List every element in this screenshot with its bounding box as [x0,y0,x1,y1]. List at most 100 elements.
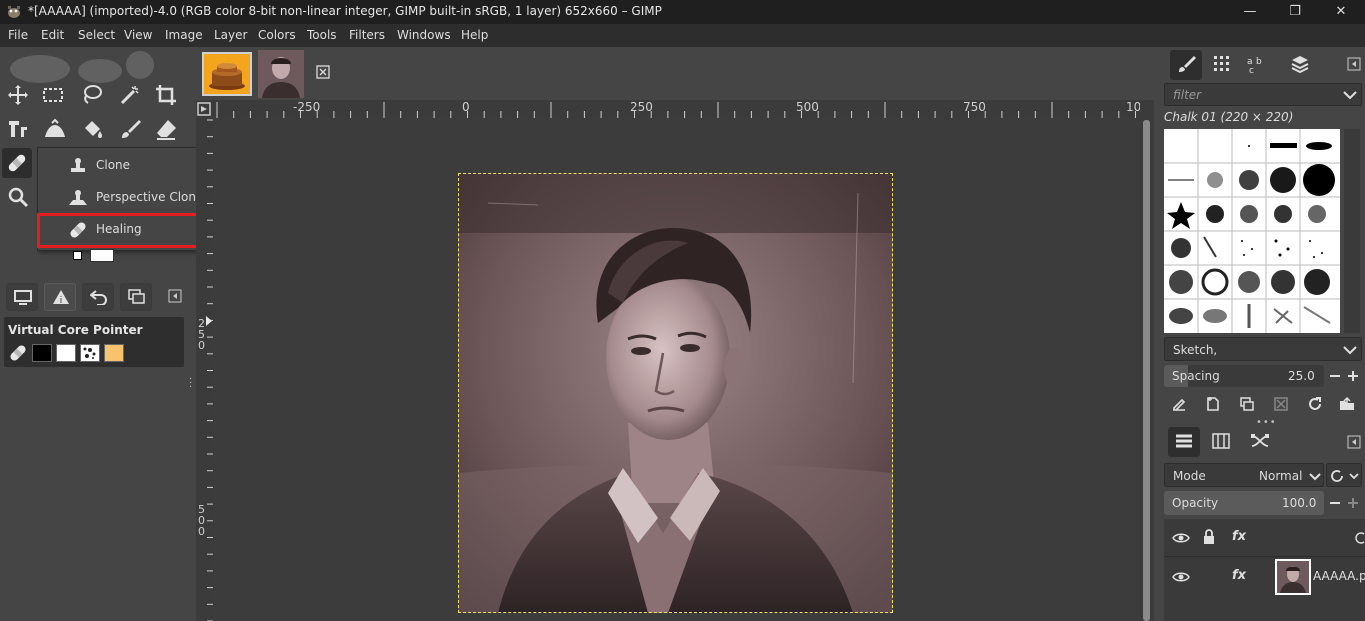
portrait-thumbnail-icon [258,50,304,98]
bucket-fill-tool[interactable] [77,114,107,144]
refresh-brushes-icon[interactable] [1307,396,1323,412]
menu-filters[interactable]: Filters [349,28,385,42]
dock-resize-grip[interactable]: · · · [189,375,192,393]
menu-edit[interactable]: Edit [41,28,64,42]
dock-menu-arrow-icon[interactable] [1347,57,1361,71]
delete-brush-icon[interactable] [1273,396,1289,412]
layer-name[interactable]: AAAAA.p [1313,569,1365,583]
vertical-ruler[interactable]: 250 500 [196,118,213,621]
fx-icon[interactable]: fx [1232,529,1246,544]
warp-icon [45,118,65,137]
ruler-corner[interactable] [196,100,213,118]
zoom-tool[interactable] [3,182,33,212]
default-colors-icon[interactable] [73,251,82,260]
close-image-tab-icon[interactable] [316,65,330,79]
mode-value[interactable]: Normal [1259,469,1302,483]
minimize-button[interactable]: — [1227,0,1273,24]
ruler-label: 10 [1126,100,1142,114]
new-brush-icon[interactable] [1205,396,1221,412]
canvas-vertical-scrollbar[interactable] [1140,100,1154,621]
plus-icon[interactable] [1346,369,1360,383]
maximize-button[interactable]: ❐ [1272,0,1318,24]
tab-channels[interactable] [1205,427,1237,457]
rect-select-tool[interactable] [38,80,68,110]
edit-brush-icon[interactable] [1171,396,1187,412]
brush-filter-input[interactable]: filter [1173,88,1201,102]
perspective-clone-icon [69,190,87,205]
menu-windows[interactable]: Windows [397,28,451,42]
layer-row[interactable]: fx AAAAA.p [1164,557,1365,597]
image-tab-portrait[interactable] [258,50,304,98]
image-tab-cake[interactable] [202,52,252,96]
menu-select[interactable]: Select [78,28,115,42]
move-tool[interactable] [3,80,33,110]
menu-view[interactable]: View [124,28,152,42]
menu-image[interactable]: Image [165,28,203,42]
channels-icon [1212,433,1230,449]
dock-menu-arrow-icon[interactable] [168,289,182,303]
chain-icon[interactable] [1354,531,1365,545]
foreground-color-swatch[interactable] [32,344,52,362]
background-color-swatch[interactable] [90,249,114,262]
brush-tag-combo[interactable]: Sketch, [1164,337,1362,361]
lock-icon[interactable] [1202,529,1216,545]
flyout-item-label: Clone [96,158,131,172]
menu-file[interactable]: File [8,28,28,42]
tab-fonts[interactable]: abc [1240,50,1272,80]
opacity-slider[interactable]: Opacity 100.0 [1164,491,1324,515]
unified-transform-tool[interactable] [3,114,33,144]
tab-device-status[interactable] [6,283,38,311]
plus-icon[interactable] [1346,496,1360,510]
brush-grid-scrollbar[interactable] [1344,129,1360,333]
tab-undo-history[interactable] [82,283,114,311]
minus-icon[interactable] [1328,496,1342,510]
pattern-swatch[interactable] [104,344,124,362]
brush-grid[interactable] [1164,129,1340,333]
fx-icon[interactable]: fx [1232,568,1246,583]
layer-mode-combo[interactable]: Mode Normal [1164,463,1324,487]
tab-layers[interactable] [1168,427,1200,457]
paintbrush-tool[interactable] [115,114,145,144]
tab-document-history[interactable] [1284,50,1316,80]
eraser-tool[interactable] [151,114,181,144]
fuzzy-select-tool[interactable] [115,80,145,110]
minus-icon[interactable] [1328,369,1342,383]
background-color-swatch[interactable] [56,344,76,362]
tab-paths[interactable] [1244,427,1276,457]
crop-tool[interactable] [151,80,181,110]
eye-icon[interactable] [1172,531,1190,545]
healing-bandage-icon [10,345,26,361]
svg-text:c: c [1249,66,1254,74]
tab-images[interactable] [120,283,152,311]
scrollbar-thumb[interactable] [1143,120,1150,621]
close-button[interactable]: ✕ [1318,0,1364,24]
eye-icon[interactable] [1172,570,1190,584]
menu-layer[interactable]: Layer [214,28,247,42]
brush-thumbnails[interactable] [1164,129,1340,333]
tab-tool-options[interactable]: i [44,283,76,311]
brush-preview-swatch[interactable] [80,344,100,362]
image-canvas[interactable] [213,118,1140,621]
menu-colors[interactable]: Colors [258,28,296,42]
magnifier-icon [8,187,29,208]
duplicate-brush-icon[interactable] [1239,396,1255,412]
spacing-slider[interactable]: Spacing 25.0 [1164,365,1324,387]
current-brush-name: Chalk 01 (220 × 220) [1164,110,1294,124]
wilber-watermark-icon [10,51,154,83]
tab-brushes[interactable] [1170,50,1202,80]
layer-thumbnail[interactable] [1275,559,1311,595]
move-icon [8,85,28,105]
menu-help[interactable]: Help [461,28,488,42]
dock-menu-arrow-icon[interactable] [1347,435,1361,449]
open-brush-folder-icon[interactable] [1339,396,1355,412]
tab-patterns[interactable] [1206,50,1238,80]
brush-filter-combo[interactable]: filter [1164,83,1362,106]
warp-transform-tool[interactable] [40,114,70,144]
horizontal-ruler[interactable]: -250 0 250 500 750 10 [213,100,1142,118]
healing-tool-group[interactable] [2,148,32,178]
ruler-label: 750 [963,100,986,114]
menu-tools[interactable]: Tools [307,28,337,42]
lasso-tool[interactable] [77,80,107,110]
composite-mode-button[interactable] [1326,463,1362,487]
brush-tag-value[interactable]: Sketch, [1173,343,1217,357]
